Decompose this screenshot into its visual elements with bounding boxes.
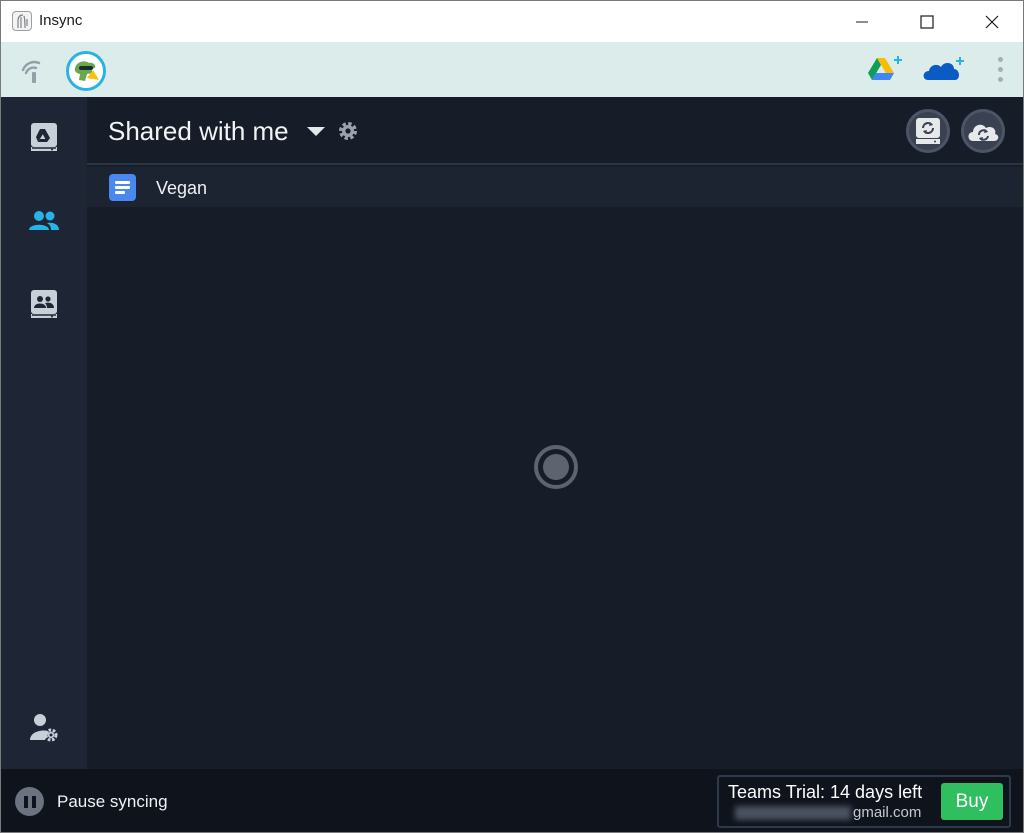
account-settings-button[interactable] [24,707,64,747]
app-icon [12,11,32,31]
kebab-menu-icon[interactable] [993,55,1007,85]
dinosaur-avatar[interactable] [66,51,106,91]
sidebar-item-my-drive[interactable] [24,117,64,157]
google-drive-add-icon[interactable] [867,54,905,89]
drive-icon [31,123,57,151]
pause-icon[interactable] [15,787,44,816]
close-button[interactable] [969,1,1015,42]
google-doc-icon [109,174,136,201]
sidebar-item-shared-with-me[interactable] [24,201,64,241]
pause-syncing-label[interactable]: Pause syncing [57,792,168,812]
redacted-email [735,806,851,820]
list-item[interactable] [87,167,1023,207]
sync-local-button[interactable] [906,109,950,153]
buy-button[interactable]: Buy [941,783,1003,820]
window-title: Insync [39,12,83,29]
trial-status: Teams Trial: 14 days left [728,782,923,802]
app-window: Insync Shared with me Vegan Pause syncin… [0,0,1024,833]
sync-drive-icon [916,118,940,144]
signal-icon[interactable] [20,58,42,89]
chevron-down-icon[interactable] [307,127,325,136]
cloud-sync-icon [968,124,999,141]
sync-cloud-button[interactable] [961,109,1005,153]
page-title[interactable]: Shared with me [108,116,289,147]
people-icon [29,211,59,230]
sidebar-item-shared-drives[interactable] [24,284,64,324]
maximize-button[interactable] [904,1,950,42]
loading-spinner [534,445,578,489]
sidebar [1,97,87,769]
account-settings-icon [30,714,58,742]
account-email: gmail.com [853,804,922,821]
gear-icon[interactable] [336,119,360,148]
onedrive-add-icon[interactable] [922,56,966,89]
file-name[interactable]: Vegan [156,178,207,199]
shared-drive-icon [31,290,57,318]
minimize-button[interactable] [839,1,885,42]
